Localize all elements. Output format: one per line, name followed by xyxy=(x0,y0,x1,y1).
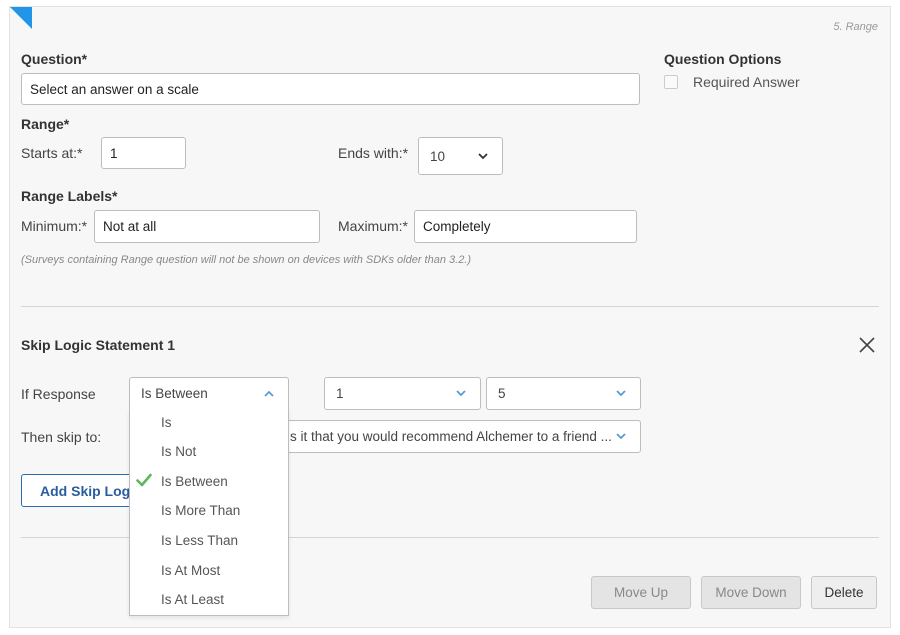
delete-button[interactable]: Delete xyxy=(811,576,877,609)
question-label: Question* xyxy=(21,51,88,67)
range-labels-heading: Range Labels* xyxy=(21,188,118,204)
menu-item-is-at-least[interactable]: Is At Least xyxy=(161,592,224,607)
minimum-input[interactable]: Not at all xyxy=(94,210,320,243)
range-label: Range* xyxy=(21,116,70,132)
move-up-button[interactable]: Move Up xyxy=(591,576,691,609)
starts-at-value: 1 xyxy=(110,145,118,161)
chevron-up-icon xyxy=(260,385,278,403)
minimum-value: Not at all xyxy=(103,219,157,234)
operator-value: Is Between xyxy=(141,386,208,401)
required-answer-option[interactable]: Required Answer xyxy=(664,74,800,90)
chevron-down-icon xyxy=(612,428,630,446)
starts-at-label: Starts at:* xyxy=(21,145,83,161)
value1-value: 1 xyxy=(336,386,344,401)
skip-target-value: s it that you would recommend Alchemer t… xyxy=(290,429,612,444)
sdk-note: (Surveys containing Range question will … xyxy=(21,254,472,266)
value2-value: 5 xyxy=(498,386,506,401)
question-input-value: Select an answer on a scale xyxy=(30,81,199,97)
required-answer-label: Required Answer xyxy=(693,74,800,90)
if-response-label: If Response xyxy=(21,386,96,402)
ends-with-value: 10 xyxy=(430,148,446,164)
maximum-label: Maximum:* xyxy=(338,218,409,234)
close-icon[interactable] xyxy=(858,336,876,354)
menu-item-is[interactable]: Is xyxy=(161,415,172,430)
menu-item-is-between[interactable]: Is Between xyxy=(161,474,228,489)
menu-item-is-at-most[interactable]: Is At Most xyxy=(161,563,220,578)
question-number: 5. Range xyxy=(833,21,878,33)
maximum-input[interactable]: Completely xyxy=(414,210,637,243)
divider-top xyxy=(21,306,879,307)
required-answer-checkbox[interactable] xyxy=(664,75,678,89)
then-skip-label: Then skip to: xyxy=(21,429,102,445)
operator-dropdown-menu: Is Is Not Is Between Is More Than Is Les… xyxy=(129,409,289,616)
minimum-label: Minimum:* xyxy=(21,218,88,234)
starts-at-input[interactable]: 1 xyxy=(101,137,186,169)
menu-item-is-not[interactable]: Is Not xyxy=(161,444,196,459)
maximum-value: Completely xyxy=(423,219,491,234)
ends-with-label: Ends with:* xyxy=(338,145,409,161)
corner-marker xyxy=(10,7,32,29)
menu-item-is-less-than[interactable]: Is Less Than xyxy=(161,533,238,548)
value2-select[interactable]: 5 xyxy=(486,377,641,410)
value1-select[interactable]: 1 xyxy=(324,377,481,410)
question-input[interactable]: Select an answer on a scale xyxy=(21,73,640,105)
move-down-button[interactable]: Move Down xyxy=(701,576,801,609)
checkmark-icon xyxy=(136,473,152,492)
menu-item-is-more-than[interactable]: Is More Than xyxy=(161,503,240,518)
operator-select[interactable]: Is Between xyxy=(129,377,289,410)
ends-with-select[interactable]: 10 xyxy=(418,137,503,175)
question-options-heading: Question Options xyxy=(664,51,782,67)
chevron-down-icon xyxy=(452,385,470,403)
skip-logic-title: Skip Logic Statement 1 xyxy=(21,337,176,353)
chevron-down-icon xyxy=(474,147,492,165)
chevron-down-icon xyxy=(612,385,630,403)
